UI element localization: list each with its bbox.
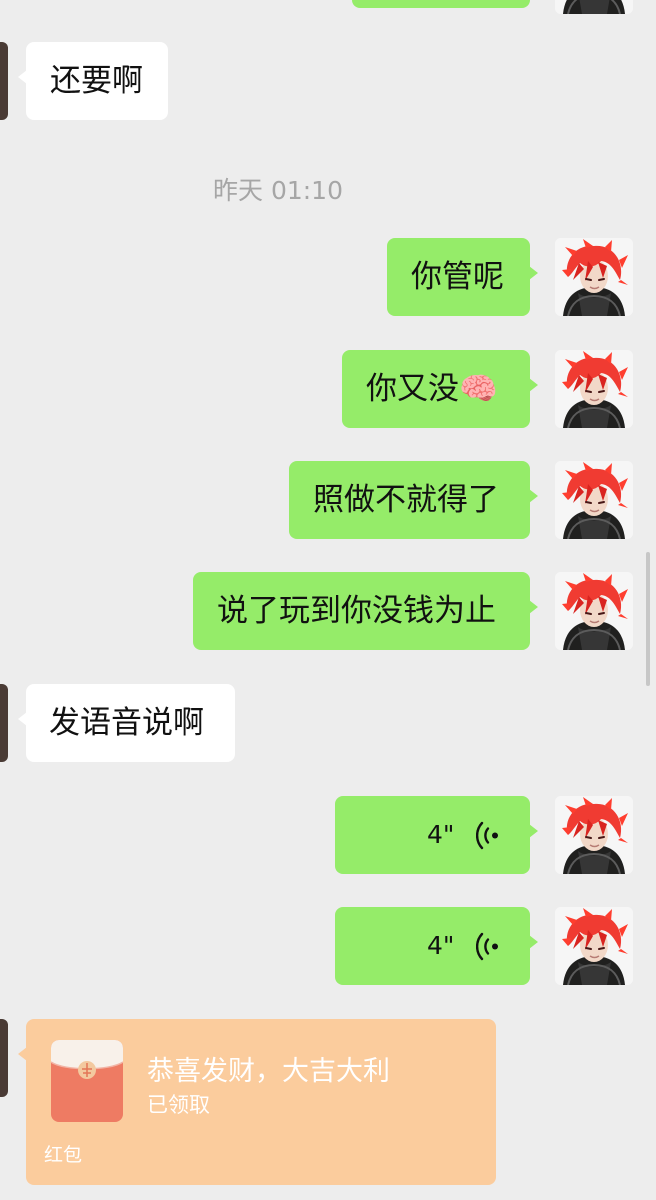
self-avatar-icon[interactable] (555, 461, 633, 539)
message-bubble[interactable]: 发语音说啊 (18, 684, 235, 762)
voice-wave-icon (476, 821, 498, 850)
message-timestamp: 昨天 01:10 (213, 176, 343, 205)
red-envelope-title: 恭喜发财，大吉大利 (147, 1056, 390, 1087)
red-envelope-footer-label: 红包 (44, 1144, 83, 1166)
message-text: 照做不就得了 (313, 481, 499, 518)
self-avatar-icon[interactable] (555, 0, 633, 14)
contact-avatar-icon[interactable] (0, 1019, 8, 1097)
message-text: 还要啊 (50, 62, 143, 99)
chat-scrollbar[interactable] (646, 552, 650, 686)
red-envelope-status: 已领取 (147, 1093, 210, 1117)
contact-avatar-icon[interactable] (0, 684, 8, 762)
message-text: 说了玩到你没钱为止 (217, 592, 496, 629)
voice-message-bubble[interactable]: 4" (335, 796, 538, 874)
message-bubble[interactable]: 你管呢 (387, 238, 538, 316)
chat-area[interactable]: 还要啊 昨天 01:10 你管呢 你又没🧠 照做不就得了 说了玩到你没钱为止 发… (0, 0, 656, 1200)
message-text: 你管呢 (411, 258, 504, 295)
self-avatar-icon[interactable] (555, 796, 633, 874)
message-bubble-partial (352, 0, 530, 8)
message-text: 发语音说啊 (49, 704, 204, 741)
message-text: 你又没🧠 (366, 370, 498, 407)
self-avatar-icon[interactable] (555, 238, 633, 316)
voice-wave-icon (476, 932, 498, 961)
self-avatar-icon[interactable] (555, 907, 633, 985)
message-bubble[interactable]: 说了玩到你没钱为止 (193, 572, 538, 650)
voice-duration: 4" (427, 931, 455, 960)
voice-message-bubble[interactable]: 4" (335, 907, 538, 985)
message-bubble[interactable]: 你又没🧠 (342, 350, 538, 428)
voice-duration: 4" (427, 820, 455, 849)
red-envelope-message[interactable]: 恭喜发财，大吉大利 已领取 红包 (18, 1019, 496, 1185)
message-bubble[interactable]: 还要啊 (18, 42, 168, 120)
self-avatar-icon[interactable] (555, 350, 633, 428)
contact-avatar-icon[interactable] (0, 42, 8, 120)
red-envelope-icon (50, 1040, 124, 1122)
self-avatar-icon[interactable] (555, 572, 633, 650)
message-bubble[interactable]: 照做不就得了 (289, 461, 538, 539)
